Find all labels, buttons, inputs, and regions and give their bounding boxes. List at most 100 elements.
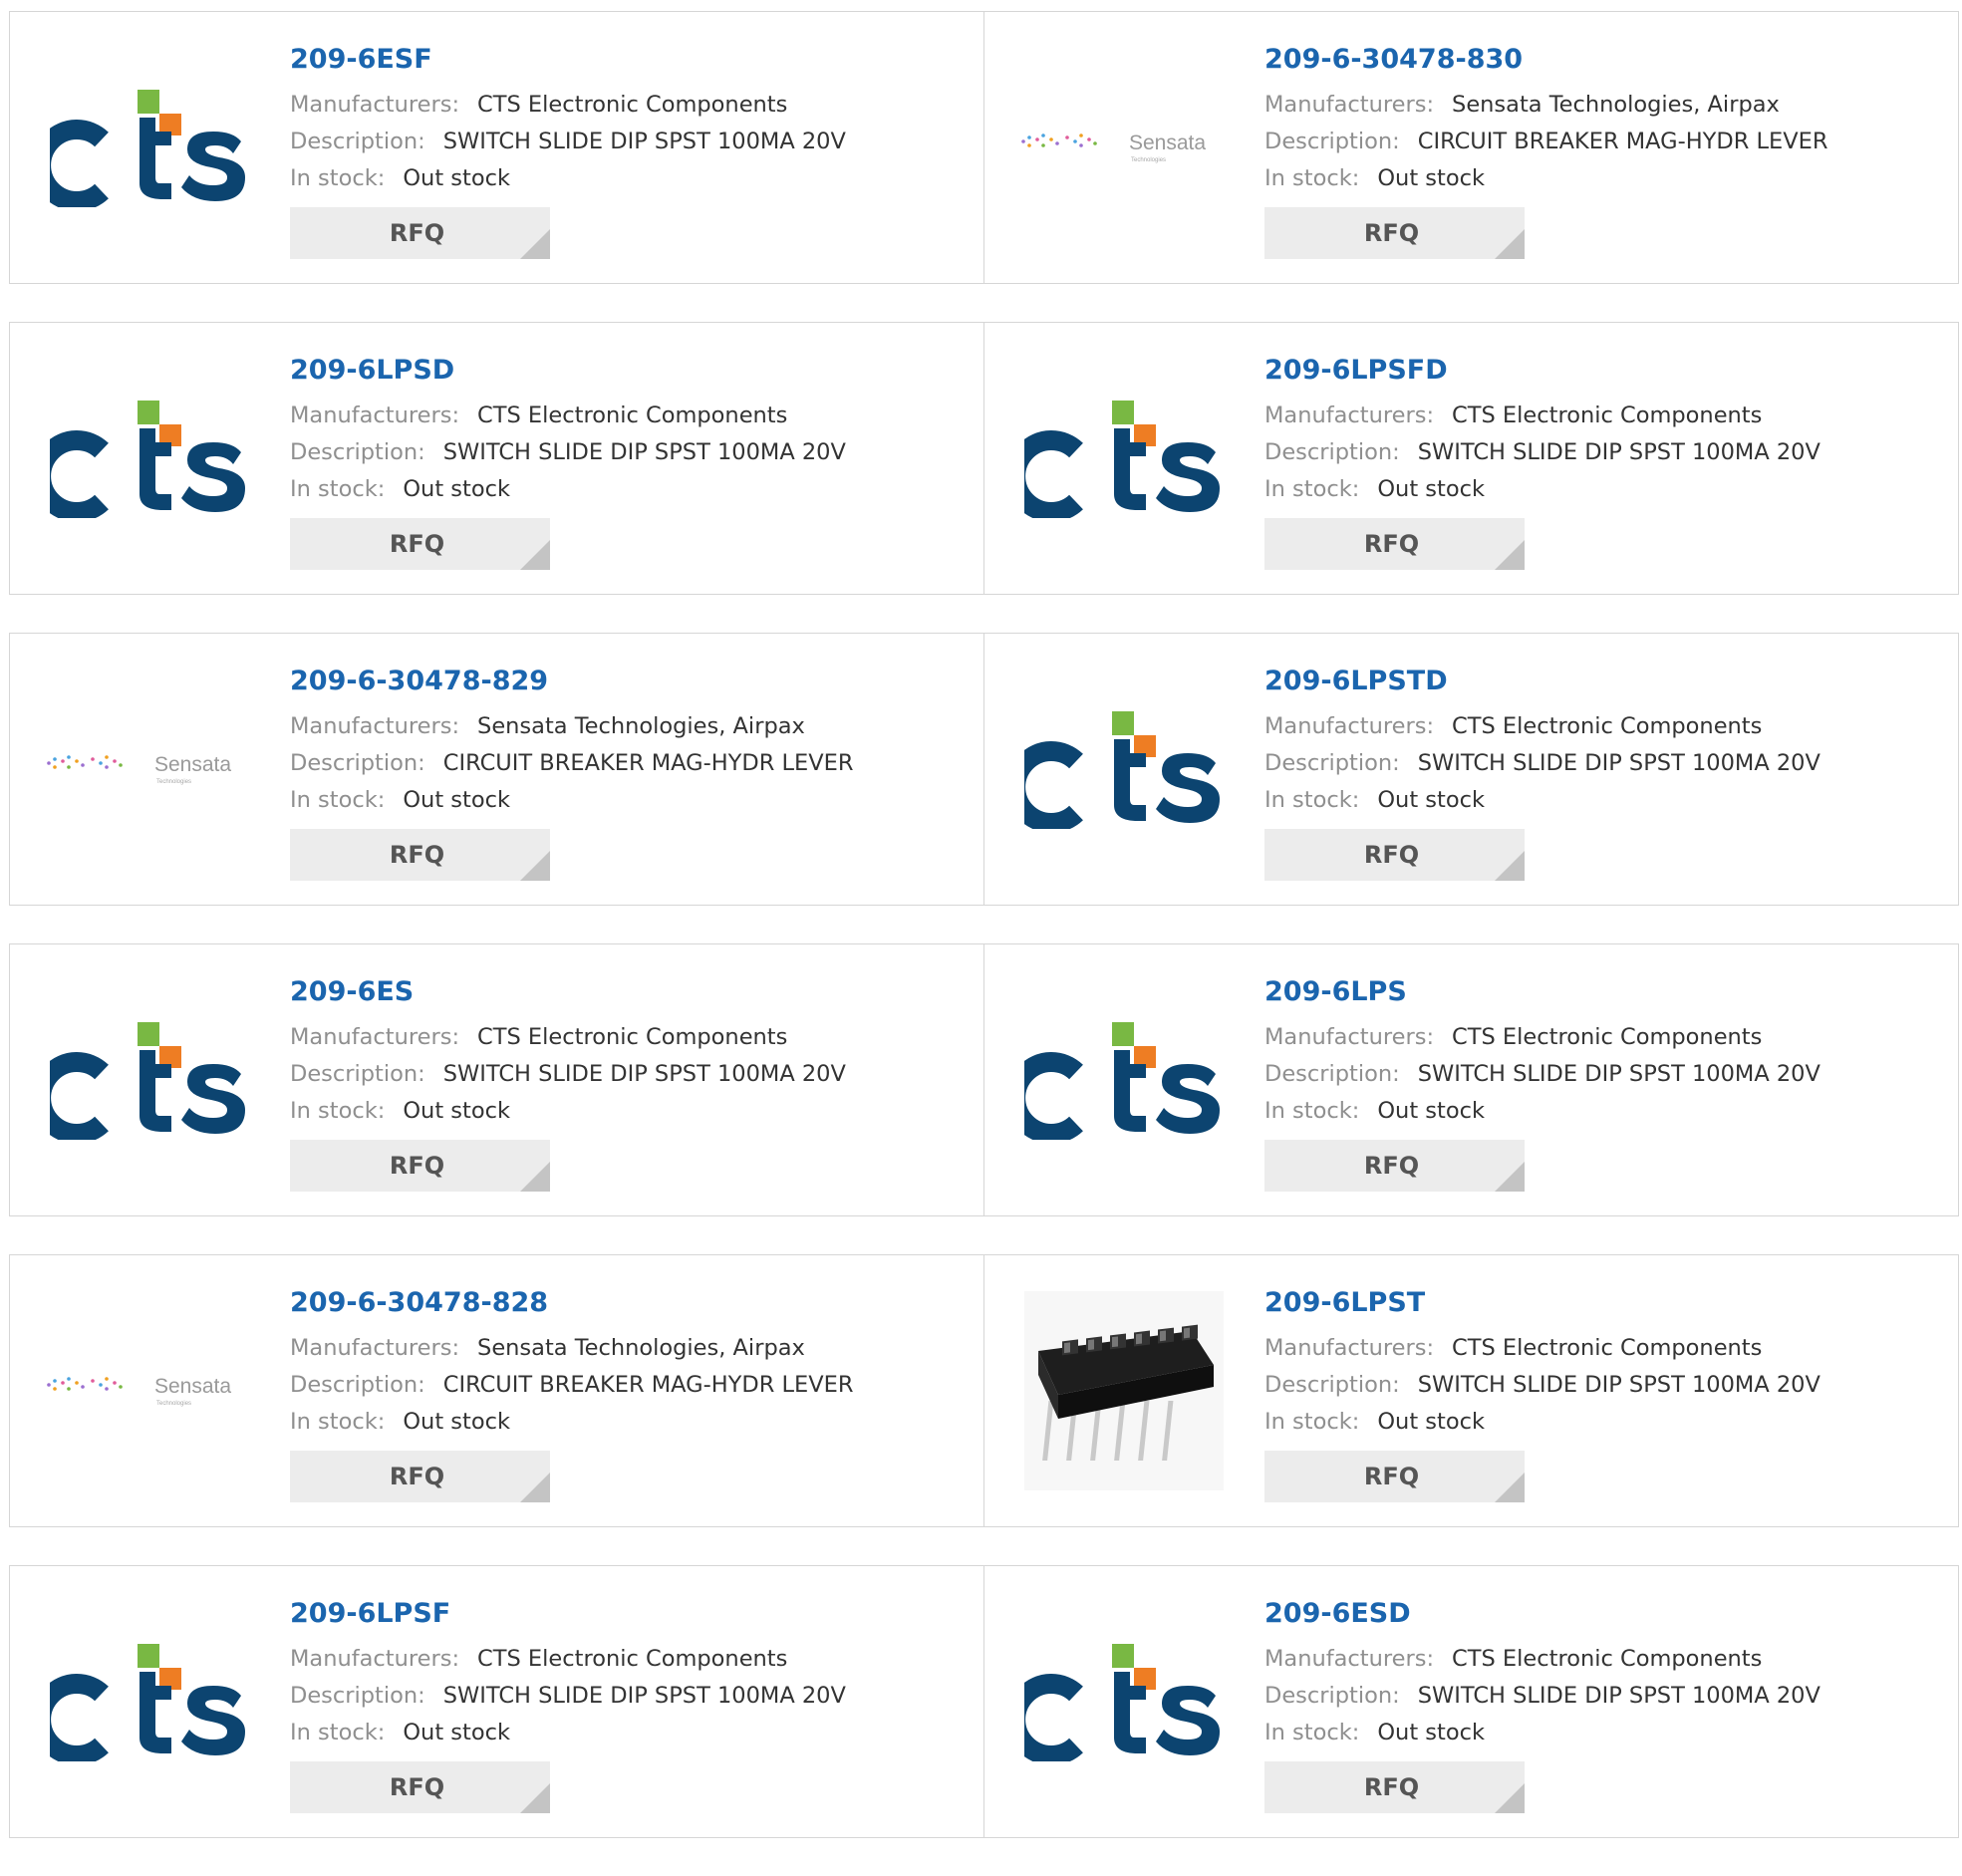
part-number-link[interactable]: 209-6LPS [1264, 974, 1407, 1010]
rfq-button[interactable]: RFQ [290, 829, 550, 881]
manufacturer-label: Manufacturers: [290, 713, 460, 739]
product-image[interactable] [1004, 1291, 1244, 1490]
description-label: Description: [290, 1061, 425, 1087]
rfq-label: RFQ [389, 530, 445, 558]
product-info: 209-6-30478-828 Manufacturers: Sensata Te… [290, 1285, 974, 1502]
product-image[interactable]: CTS [1004, 670, 1244, 869]
rfq-button[interactable]: RFQ [1264, 207, 1525, 259]
rfq-button[interactable]: RFQ [290, 1451, 550, 1502]
manufacturer-label: Manufacturers: [1264, 1646, 1435, 1672]
part-number-link[interactable]: 209-6LPSTD [1264, 664, 1448, 699]
part-number-link[interactable]: 209-6LPSFD [1264, 353, 1448, 389]
product-image[interactable]: Sensata Technologies [30, 670, 269, 869]
sensata-logo-icon: Sensata Technologies [1021, 132, 1206, 163]
product-image[interactable]: CTS [30, 980, 269, 1180]
part-number-link[interactable]: 209-6LPSF [290, 1596, 450, 1632]
stock-value: Out stock [1377, 165, 1485, 191]
description-value: CIRCUIT BREAKER MAG-HYDR LEVER [442, 1372, 854, 1398]
product-card: CTS 209-6ESD Manufacturers: CTS Electroni… [984, 1565, 1959, 1838]
manufacturer-line: Manufacturers: Sensata Technologies, Airp… [290, 708, 974, 745]
cts-logo-icon: CTS [50, 1644, 245, 1761]
part-number-link[interactable]: 209-6-30478-828 [290, 1285, 548, 1321]
stock-label: In stock: [290, 165, 386, 191]
product-image[interactable]: Sensata Technologies [1004, 48, 1244, 247]
rfq-button[interactable]: RFQ [290, 518, 550, 570]
product-image[interactable]: CTS [30, 359, 269, 558]
rfq-button[interactable]: RFQ [1264, 1761, 1525, 1813]
product-card: CTS 209-6LPSTD Manufacturers: CTS Electro… [984, 633, 1959, 906]
stock-label: In stock: [290, 1720, 386, 1745]
rfq-button[interactable]: RFQ [1264, 1451, 1525, 1502]
product-image[interactable]: Sensata Technologies [30, 1291, 269, 1490]
manufacturer-line: Manufacturers: CTS Electronic Components [290, 1641, 974, 1678]
part-number-link[interactable]: 209-6ESF [290, 42, 432, 78]
rfq-button[interactable]: RFQ [1264, 1140, 1525, 1192]
part-number-link[interactable]: 209-6LPSD [290, 353, 454, 389]
product-image[interactable]: CTS [1004, 359, 1244, 558]
stock-label: In stock: [290, 787, 386, 813]
manufacturer-label: Manufacturers: [1264, 1024, 1435, 1050]
manufacturer-label: Manufacturers: [290, 1024, 460, 1050]
rfq-button[interactable]: RFQ [290, 1761, 550, 1813]
sensata-wordmark: Sensata [1129, 132, 1206, 154]
manufacturer-line: Manufacturers: CTS Electronic Components [290, 1019, 974, 1056]
product-card: CTS 209-6LPSD Manufacturers: CTS Electron… [9, 322, 984, 595]
product-image[interactable]: CTS [1004, 980, 1244, 1180]
stock-line: In stock: Out stock [290, 1093, 974, 1130]
manufacturer-line: Manufacturers: CTS Electronic Components [1264, 1019, 1948, 1056]
product-info: 209-6LPS Manufacturers: CTS Electronic Co… [1264, 974, 1948, 1192]
sensata-logo-icon: Sensata Technologies [47, 753, 231, 785]
part-number-link[interactable]: 209-6ES [290, 974, 414, 1010]
product-card: Sensata Technologies 209-6-30478-828 Man… [9, 1254, 984, 1527]
rfq-label: RFQ [389, 841, 445, 869]
product-card: CTS 209-6LPSFD Manufacturers: CTS Electro… [984, 322, 1959, 595]
cts-logo-icon: CTS [1024, 1644, 1220, 1761]
cts-logo-icon: CTS [50, 1022, 245, 1140]
stock-value: Out stock [403, 787, 510, 813]
product-row: CTS 209-6ES Manufacturers: CTS Electronic… [9, 943, 1959, 1216]
stock-line: In stock: Out stock [290, 782, 974, 819]
sensata-tagline: Technologies [156, 779, 191, 785]
product-info: 209-6LPSF Manufacturers: CTS Electronic C… [290, 1596, 974, 1813]
rfq-button[interactable]: RFQ [1264, 518, 1525, 570]
stock-label: In stock: [1264, 787, 1360, 813]
part-number-link[interactable]: 209-6-30478-829 [290, 664, 548, 699]
stock-line: In stock: Out stock [1264, 782, 1948, 819]
manufacturer-label: Manufacturers: [290, 92, 460, 118]
manufacturer-value: CTS Electronic Components [477, 1024, 788, 1050]
rfq-button[interactable]: RFQ [290, 207, 550, 259]
description-line: Description: SWITCH SLIDE DIP SPST 100MA … [290, 124, 974, 160]
product-row: Sensata Technologies 209-6-30478-829 Man… [9, 633, 1959, 906]
rfq-button[interactable]: RFQ [1264, 829, 1525, 881]
product-info: 209-6ESF Manufacturers: CTS Electronic Co… [290, 42, 974, 259]
description-label: Description: [1264, 1061, 1400, 1087]
manufacturer-value: CTS Electronic Components [1452, 1024, 1763, 1050]
product-card: 209-6LPST Manufacturers: CTS Electronic C… [984, 1254, 1959, 1527]
product-card: CTS 209-6LPS Manufacturers: CTS Electroni… [984, 943, 1959, 1216]
description-line: Description: SWITCH SLIDE DIP SPST 100MA … [1264, 1367, 1948, 1404]
part-number-link[interactable]: 209-6-30478-830 [1264, 42, 1523, 78]
product-image[interactable]: CTS [30, 48, 269, 247]
manufacturer-line: Manufacturers: Sensata Technologies, Airp… [290, 1330, 974, 1367]
product-info: 209-6LPSD Manufacturers: CTS Electronic C… [290, 353, 974, 570]
rfq-button[interactable]: RFQ [290, 1140, 550, 1192]
rfq-label: RFQ [1363, 1463, 1420, 1490]
description-line: Description: SWITCH SLIDE DIP SPST 100MA … [1264, 1678, 1948, 1715]
product-info: 209-6LPSTD Manufacturers: CTS Electronic … [1264, 664, 1948, 881]
product-image[interactable]: CTS [1004, 1602, 1244, 1801]
cts-logo-icon: CTS [50, 401, 245, 518]
product-image[interactable]: CTS [30, 1602, 269, 1801]
manufacturer-label: Manufacturers: [1264, 713, 1435, 739]
description-label: Description: [290, 750, 425, 776]
part-number-link[interactable]: 209-6ESD [1264, 1596, 1411, 1632]
description-line: Description: CIRCUIT BREAKER MAG-HYDR LEV… [290, 745, 974, 782]
product-card: Sensata Technologies 209-6-30478-830 Man… [984, 11, 1959, 284]
product-info: 209-6LPST Manufacturers: CTS Electronic C… [1264, 1285, 1948, 1502]
part-number-link[interactable]: 209-6LPST [1264, 1285, 1425, 1321]
description-value: SWITCH SLIDE DIP SPST 100MA 20V [1417, 1061, 1821, 1087]
product-row: CTS 209-6LPSF Manufacturers: CTS Electron… [9, 1565, 1959, 1838]
product-card: CTS 209-6ESF Manufacturers: CTS Electroni… [9, 11, 984, 284]
manufacturer-label: Manufacturers: [1264, 92, 1435, 118]
cts-logo-icon: CTS [1024, 401, 1220, 518]
manufacturer-value: CTS Electronic Components [477, 92, 788, 118]
